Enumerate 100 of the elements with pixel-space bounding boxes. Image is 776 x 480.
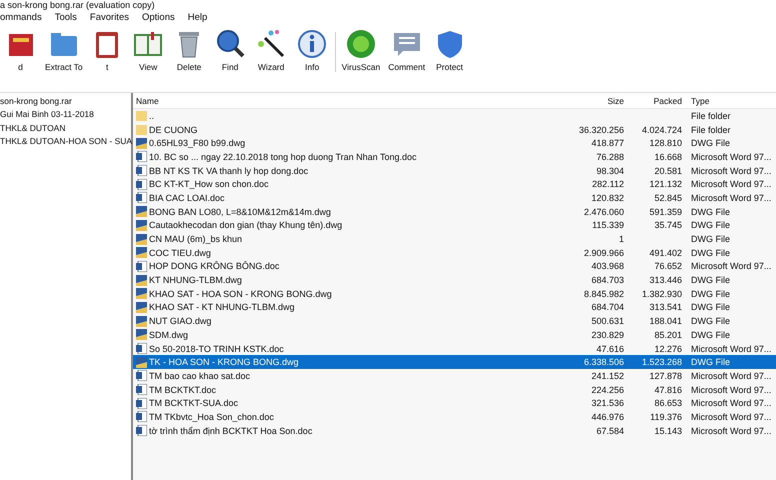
file-row[interactable]: .. File folder xyxy=(133,109,776,123)
file-row[interactable]: KHAO SAT - KT NHUNG-TLBM.dwg 684.704 313.541 DWG File xyxy=(133,300,776,314)
file-type: Microsoft Word 97... xyxy=(691,179,772,190)
tree-item[interactable]: THKL& DUTOAN-HOA SON - SUA xyxy=(0,134,131,148)
toolbar-button[interactable]: Info xyxy=(296,28,329,72)
column-header[interactable]: Name xyxy=(133,96,567,106)
file-row[interactable]: BONG BAN LO80, L=8&10M&12m&14m.dwg 2.476.060 591.359 DWG File xyxy=(133,204,776,218)
tree-item[interactable]: THKL& DUTOAN xyxy=(0,122,131,135)
toolbar-button[interactable]: Wizard xyxy=(254,28,288,72)
file-size: 418.877 xyxy=(591,138,624,148)
menu-item[interactable]: Options xyxy=(142,12,175,24)
toolbar-button[interactable]: t xyxy=(90,28,124,72)
file-row[interactable]: 0.65HL93_F80 b99.dwg 418.877 128.810 DWG File xyxy=(133,136,776,150)
file-row[interactable]: HOP DONG KRÔNG BÔNG.doc 403.968 76.652 Microsoft Word 97... xyxy=(133,260,776,274)
menu-item[interactable]: Tools xyxy=(54,12,77,24)
column-header[interactable]: Type xyxy=(685,96,776,106)
file-size: 684.704 xyxy=(591,302,624,312)
file-row[interactable]: 10. BC so ... ngay 22.10.2018 tong hop duong Tran Nhan Tong.doc 76.288 16.668 Microsoft Word 97... xyxy=(133,150,776,164)
file-name: TM BCKTKT-SUA.doc xyxy=(149,398,238,408)
file-row[interactable]: COC TIEU.dwg 2.909.966 491.402 DWG File xyxy=(133,246,776,260)
file-type: Microsoft Word 97... xyxy=(691,412,772,422)
file-size: 47.616 xyxy=(596,344,624,354)
packed-size: 52.845 xyxy=(654,192,682,203)
file-row[interactable]: BIA CAC LOAI.doc 120.832 52.845 Microsoft Word 97... xyxy=(133,191,776,205)
file-type: DWG File xyxy=(691,275,730,286)
packed-size: 121.132 xyxy=(649,179,682,190)
toolbar-button[interactable]: Comment xyxy=(388,28,426,72)
packed-size: 4.024.724 xyxy=(642,124,682,135)
drawing-file-icon xyxy=(136,274,147,286)
file-row[interactable]: TM TKbvtc_Hoa Son_chon.doc 446.976 119.376 Microsoft Word 97... xyxy=(133,410,776,424)
packed-size: 491.402 xyxy=(649,248,682,258)
file-size: 36.320.256 xyxy=(578,124,624,135)
drawing-file-icon xyxy=(136,316,147,327)
file-row[interactable]: CN MAU (6m)_bs khun 1 DWG File xyxy=(133,232,776,246)
document-icon xyxy=(136,411,147,422)
file-row[interactable]: BB NT KS TK VA thanh ly hop dong.doc 98.304 20.581 Microsoft Word 97... xyxy=(133,164,776,178)
packed-size: 15.143 xyxy=(654,426,682,436)
file-name: BC KT-KT_How son chon.doc xyxy=(149,179,269,190)
file-row[interactable]: Cautaokhecodan don gian (thay Khung tên).dwg 115.339 35.745 DWG File xyxy=(133,218,776,232)
file-type: Microsoft Word 97... xyxy=(691,261,772,272)
toolbar-button[interactable]: d xyxy=(4,28,37,72)
column-header[interactable]: Size xyxy=(567,96,627,106)
file-row[interactable]: TM BCKTKT.doc 224.256 47.816 Microsoft Word 97... xyxy=(133,382,776,396)
search-icon xyxy=(214,28,246,60)
file-type: Microsoft Word 97... xyxy=(691,426,772,436)
file-row[interactable]: KHAO SAT - HOA SON - KRONG BONG.dwg 8.845.982 1.382.930 DWG File xyxy=(133,286,776,301)
toolbar-button[interactable]: View xyxy=(132,28,165,72)
toolbar-button[interactable]: Extract To xyxy=(45,28,83,72)
menu-item[interactable]: Favorites xyxy=(90,12,129,24)
file-type: DWG File xyxy=(691,234,730,244)
file-type: DWG File xyxy=(691,138,730,148)
file-name: 0.65HL93_F80 b99.dwg xyxy=(149,138,246,148)
file-name: NUT GIAO.dwg xyxy=(149,316,212,326)
file-size: 2.476.060 xyxy=(584,206,624,217)
document-icon xyxy=(136,192,147,204)
file-type: DWG File xyxy=(691,316,730,326)
file-row[interactable]: DE CUONG 36.320.256 4.024.724 File folder xyxy=(133,122,776,136)
file-type: DWG File xyxy=(691,288,730,299)
menu-item[interactable]: ommands xyxy=(0,12,42,24)
packed-size: 1.523.268 xyxy=(642,357,682,368)
file-size: 120.832 xyxy=(591,192,624,203)
column-header[interactable]: Packed xyxy=(627,96,685,106)
toolbar-button[interactable]: Protect xyxy=(433,28,466,72)
file-row[interactable]: NUT GIAO.dwg 500.631 188.041 DWG File xyxy=(133,314,776,328)
file-row[interactable]: TM bao cao khao sat.doc 241.152 127.878 Microsoft Word 97... xyxy=(133,369,776,383)
file-row[interactable]: So 50-2018-TO TRINH KSTK.doc 47.616 12.276 Microsoft Word 97... xyxy=(133,342,776,356)
drawing-file-icon xyxy=(136,356,147,368)
file-size: 446.976 xyxy=(591,412,624,422)
file-row[interactable]: TM BCKTKT-SUA.doc 321.536 86.653 Microsoft Word 97... xyxy=(133,396,776,410)
packed-size: 20.581 xyxy=(654,166,682,176)
file-row[interactable]: TK - HOA SON - KRONG BONG.dwg 6.338.506 1.523.268 DWG File xyxy=(133,355,776,370)
menu-item[interactable]: Help xyxy=(188,12,208,24)
document-icon xyxy=(136,343,147,354)
file-name: COC TIEU.dwg xyxy=(149,248,211,258)
packed-size: 47.816 xyxy=(654,384,682,395)
file-name: KHAO SAT - KT NHUNG-TLBM.dwg xyxy=(149,302,295,312)
tree-item[interactable]: Gui Mai Binh 03-11-2018 xyxy=(0,108,131,122)
drawing-file-icon xyxy=(136,234,147,245)
toolbar-button[interactable]: VirusScan xyxy=(342,28,380,72)
file-name: KHAO SAT - HOA SON - KRONG BONG.dwg xyxy=(149,288,332,299)
toolbar-button[interactable]: Delete xyxy=(172,28,206,72)
file-name: tờ trình thẩm định BCKTKT Hoa Son.doc xyxy=(149,426,312,436)
packed-size: 127.878 xyxy=(649,370,682,381)
file-row[interactable]: KT NHUNG-TLBM.dwg 684.703 313.446 DWG File xyxy=(133,273,776,287)
file-type: Microsoft Word 97... xyxy=(691,344,772,354)
file-type: Microsoft Word 97... xyxy=(691,398,772,408)
document-icon xyxy=(136,165,147,176)
file-row[interactable]: BC KT-KT_How son chon.doc 282.112 121.132 Microsoft Word 97... xyxy=(133,177,776,192)
drawing-file-icon xyxy=(136,220,147,231)
file-size: 1 xyxy=(618,234,624,244)
tree-item[interactable]: son-krong bong.rar xyxy=(0,95,131,108)
packed-size: 313.541 xyxy=(649,302,682,312)
file-name: TM bao cao khao sat.doc xyxy=(149,370,250,381)
packed-size: 313.446 xyxy=(649,275,682,286)
file-type: Microsoft Word 97... xyxy=(691,370,772,381)
toolbar-button[interactable]: Find xyxy=(214,28,247,72)
file-row[interactable]: SDM.dwg 230.829 85.201 DWG File xyxy=(133,328,776,342)
file-row[interactable]: tờ trình thẩm định BCKTKT Hoa Son.doc 67.584 15.143 Microsoft Word 97... xyxy=(133,424,776,438)
file-name: So 50-2018-TO TRINH KSTK.doc xyxy=(149,344,284,354)
packed-size: 76.652 xyxy=(654,261,682,272)
